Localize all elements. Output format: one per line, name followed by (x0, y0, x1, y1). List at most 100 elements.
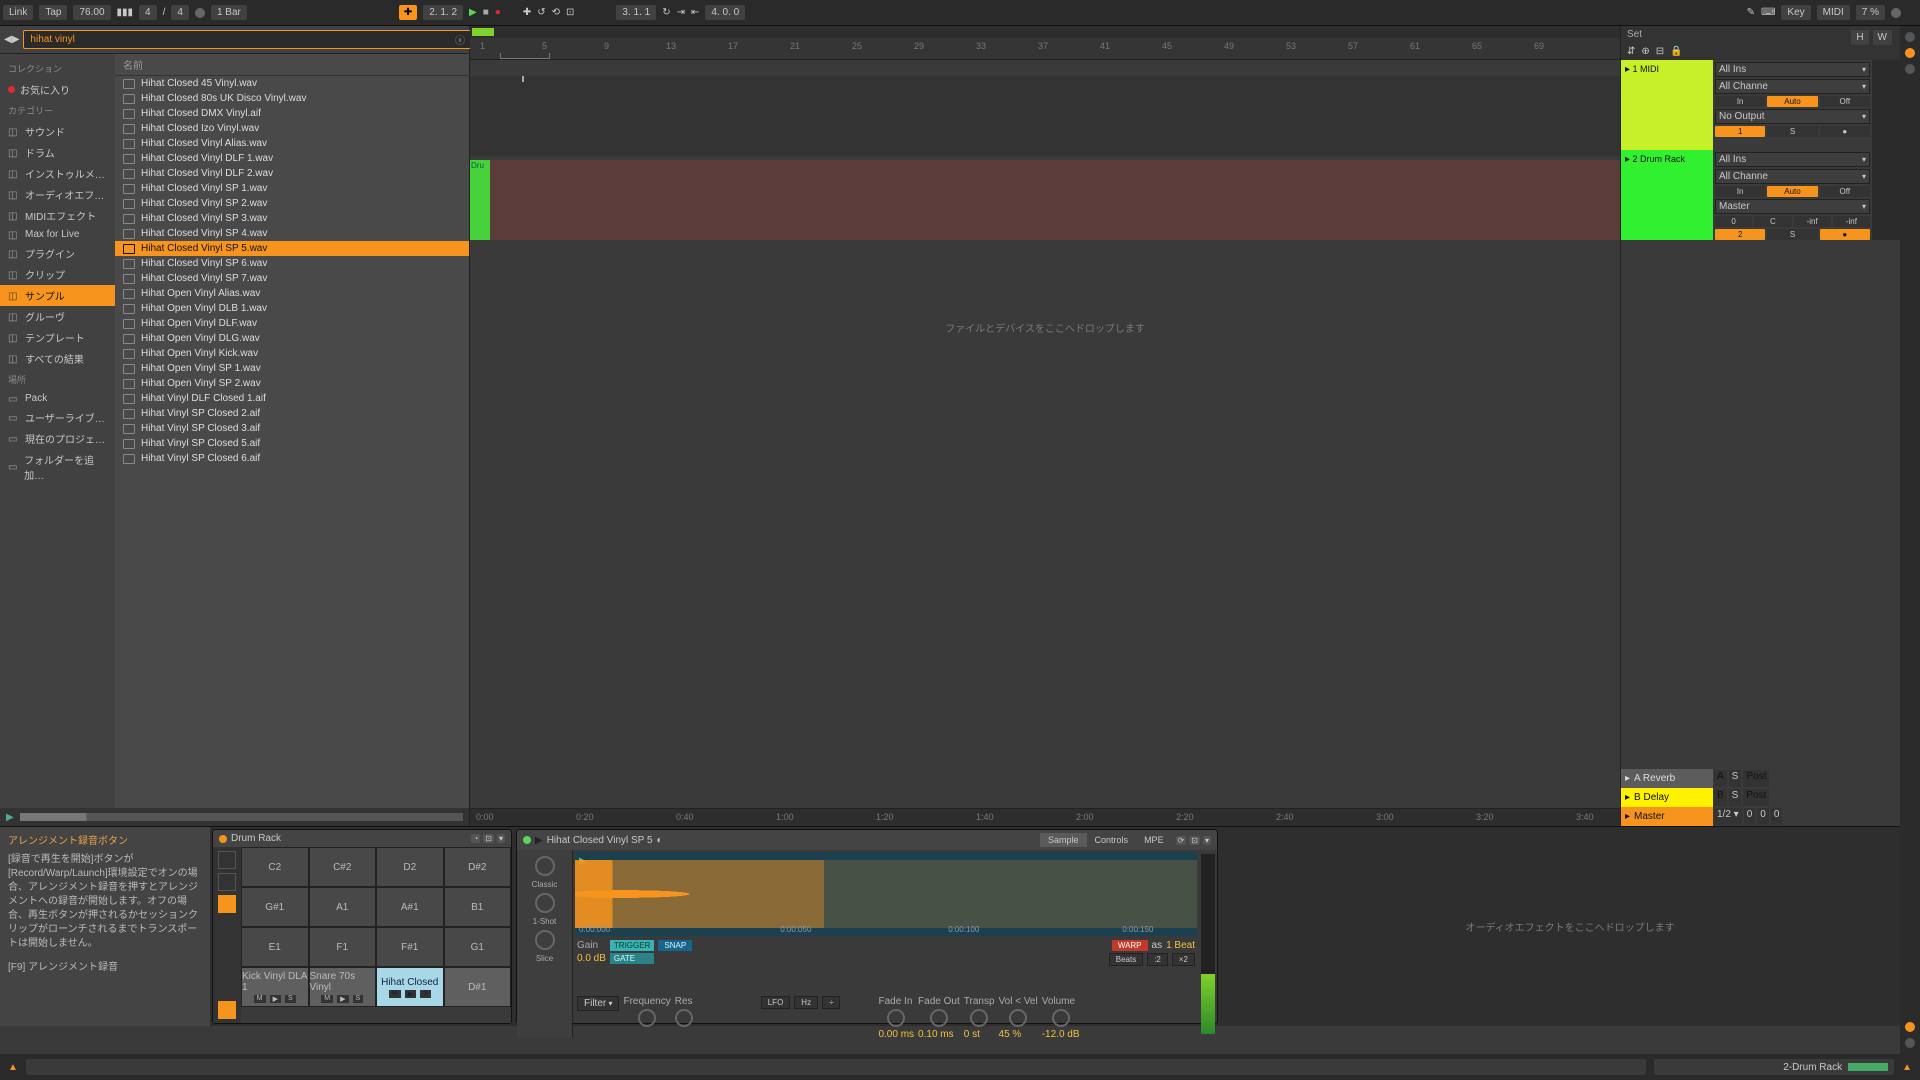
sidebar-category[interactable]: ◫すべての結果 (0, 348, 115, 369)
fadein-value[interactable]: 0.00 ms (878, 1029, 914, 1040)
stop-button[interactable]: ■ (483, 7, 489, 18)
cue-out-menu[interactable]: 1/2 ▾ (1714, 808, 1742, 825)
result-row[interactable]: Hihat Closed Vinyl SP 6.wav (115, 256, 469, 271)
pad-view-selector[interactable] (218, 895, 236, 913)
result-row[interactable]: Hihat Closed Vinyl SP 7.wav (115, 271, 469, 286)
sidebar-category[interactable]: ◫プラグイン (0, 243, 115, 264)
monitor-auto[interactable]: Auto (1767, 186, 1817, 197)
pad-mute[interactable]: M (254, 995, 266, 1003)
result-row[interactable]: Hihat Closed 45 Vinyl.wav (115, 76, 469, 91)
trigger-button[interactable]: TRIGGER (610, 940, 654, 951)
clear-search-icon[interactable]: ⓧ (455, 32, 465, 47)
drum-pad[interactable]: C2 (241, 847, 309, 887)
returns-toggle[interactable]: ⊟ (1656, 46, 1664, 57)
drum-pad[interactable]: A1 (309, 887, 377, 927)
sidebar-category[interactable]: ◫オーディオエフ… (0, 184, 115, 205)
overdub-icon[interactable]: ✚ (523, 7, 531, 18)
result-row[interactable]: Hihat Vinyl SP Closed 2.aif (115, 406, 469, 421)
volvel-value[interactable]: 45 % (999, 1029, 1038, 1040)
preview-waveform[interactable] (20, 813, 463, 821)
sidebar-category[interactable]: ◫クリップ (0, 264, 115, 285)
drum-pad[interactable]: B1 (444, 887, 512, 927)
result-row[interactable]: Hihat Closed Vinyl SP 4.wav (115, 226, 469, 241)
selector-dot[interactable] (1905, 64, 1915, 74)
drum-pad[interactable]: D2 (376, 847, 444, 887)
pad-play[interactable]: ▶ (270, 995, 281, 1003)
loop-position[interactable]: 3. 1. 1 (616, 5, 656, 20)
solo-button[interactable]: S (1767, 126, 1817, 137)
drum-pad[interactable]: Snare 70s VinylM▶S (309, 967, 377, 1007)
preview-play-icon[interactable]: ▶ (6, 812, 14, 823)
pad-solo[interactable]: S (353, 995, 364, 1003)
input-type-menu[interactable]: All Ins▾ (1715, 62, 1870, 77)
drum-pad[interactable]: C#2 (309, 847, 377, 887)
sidebar-place[interactable]: ▭フォルダーを追加… (0, 449, 115, 485)
quantize-menu[interactable]: 1 Bar (211, 5, 247, 20)
result-row[interactable]: Hihat Open Vinyl DLB 1.wav (115, 301, 469, 316)
result-row[interactable]: Hihat Closed DMX Vinyl.aif (115, 106, 469, 121)
result-row[interactable]: Hihat Open Vinyl SP 1.wav (115, 361, 469, 376)
result-row[interactable]: Hihat Vinyl SP Closed 3.aif (115, 421, 469, 436)
sends-toggle[interactable]: ⊕ (1641, 46, 1649, 57)
result-row[interactable]: Hihat Vinyl DLF Closed 1.aif (115, 391, 469, 406)
input-type-menu[interactable]: All Ins▾ (1715, 152, 1870, 167)
loop-brace[interactable] (472, 28, 494, 36)
sig-denominator[interactable]: 4 (171, 5, 189, 20)
pad-mute[interactable]: M (389, 990, 401, 998)
filter-menu[interactable]: Filter ▾ (577, 996, 619, 1011)
result-row[interactable]: Hihat Open Vinyl Kick.wav (115, 346, 469, 361)
drum-pad[interactable]: G#1 (241, 887, 309, 927)
hz-button[interactable]: Hz (794, 996, 818, 1009)
result-row[interactable]: Hihat Closed Vinyl SP 1.wav (115, 181, 469, 196)
mixer-toggle[interactable]: 🔒 (1670, 46, 1682, 57)
follow-button[interactable]: ✚ (399, 5, 417, 20)
fadeout-value[interactable]: 0.10 ms (918, 1029, 960, 1040)
drum-pad[interactable]: G1 (444, 927, 512, 967)
record-button[interactable]: ● (495, 7, 501, 18)
tempo-field[interactable]: 76.00 (73, 5, 110, 20)
pad-play[interactable]: ▶ (405, 990, 416, 998)
pen-icon[interactable]: ✎ (1747, 7, 1755, 18)
result-row[interactable]: Hihat Open Vinyl DLF.wav (115, 316, 469, 331)
sampler-tab[interactable]: Sample (1040, 833, 1087, 847)
result-row[interactable]: Hihat Closed Vinyl DLF 2.wav (115, 166, 469, 181)
result-row[interactable]: Hihat Vinyl SP Closed 6.aif (115, 451, 469, 466)
freq-knob[interactable] (638, 1009, 656, 1027)
warp-button[interactable]: WARP (1112, 940, 1148, 951)
result-row[interactable]: Hihat Closed Vinyl SP 3.wav (115, 211, 469, 226)
device-save-icon[interactable]: ⊡ (483, 834, 494, 843)
search-input[interactable] (23, 30, 475, 49)
div-button[interactable]: ÷ (822, 996, 840, 1009)
metronome-toggle[interactable] (195, 8, 205, 18)
result-row[interactable]: Hihat Closed Izo Vinyl.wav (115, 121, 469, 136)
sidebar-place[interactable]: ▭現在のプロジェ… (0, 428, 115, 449)
sampler-tab[interactable]: Controls (1087, 833, 1137, 847)
gain-value[interactable]: 0.0 dB (577, 953, 606, 964)
fadeout-knob[interactable] (930, 1009, 948, 1027)
monitor-in[interactable]: In (1715, 96, 1765, 107)
drum-pad[interactable]: E1 (241, 927, 309, 967)
sidebar-category[interactable]: ◫Max for Live (0, 226, 115, 243)
h-button[interactable]: H (1851, 30, 1868, 45)
lfo-menu[interactable]: LFO (761, 996, 791, 1009)
result-row[interactable]: Hihat Closed Vinyl DLF 1.wav (115, 151, 469, 166)
capture-icon[interactable]: ⊡ (566, 7, 574, 18)
show-hide-selector[interactable] (218, 1001, 236, 1019)
automation-arm-icon[interactable]: ↺ (537, 7, 545, 18)
fadein-knob[interactable] (887, 1009, 905, 1027)
monitor-in[interactable]: In (1715, 186, 1765, 197)
clip[interactable]: Dru (470, 160, 490, 240)
punch-position[interactable]: 4. 0. 0 (705, 5, 745, 20)
solo-button[interactable]: S (1767, 229, 1817, 240)
browser-results[interactable]: 名前 Hihat Closed 45 Vinyl.wavHihat Closed… (115, 54, 469, 826)
pad-mute[interactable]: M (321, 995, 333, 1003)
track-fold-icon[interactable]: ▸ (1625, 154, 1630, 165)
play-button[interactable]: ▶ (469, 7, 477, 18)
hotswap-icon[interactable]: ⟳ (1176, 836, 1187, 845)
selector-dot[interactable] (1905, 1038, 1915, 1048)
chain-selector[interactable] (218, 873, 236, 891)
return-letter[interactable]: B (1714, 789, 1727, 806)
input-channel-menu[interactable]: All Channe▾ (1715, 79, 1870, 94)
arrangement-view[interactable]: 159131721252933374145495357616569 Dru ファ… (470, 26, 1620, 826)
sidebar-category[interactable]: ◫ドラム (0, 142, 115, 163)
